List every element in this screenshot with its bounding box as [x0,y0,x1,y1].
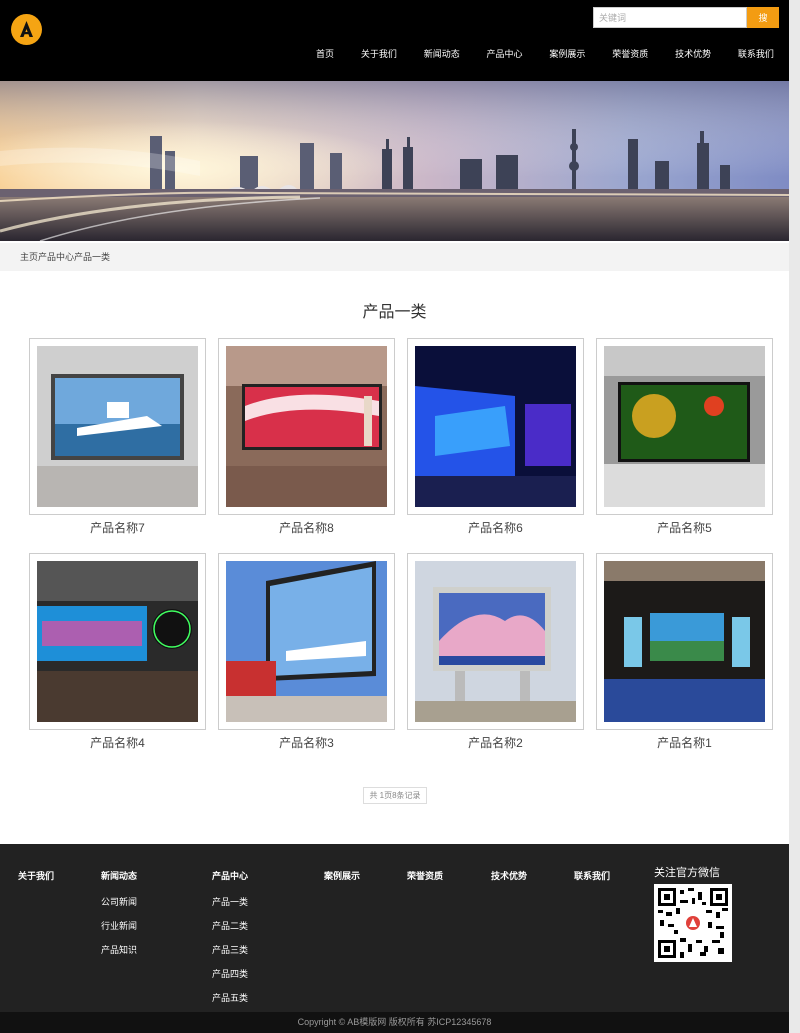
product-card[interactable] [218,553,395,730]
footer-col-cases: 案例展示 [324,866,360,884]
footer-link[interactable]: 产品三类 [212,943,248,956]
product-card[interactable] [596,553,773,730]
city-skyline-image [0,81,789,241]
pagination-info: 共 1页8条记录 [363,787,427,804]
footer-link[interactable]: 行业新闻 [101,919,137,932]
nav-contact[interactable]: 联系我们 [732,44,780,64]
footer-heading[interactable]: 案例展示 [324,871,360,881]
search-button[interactable]: 搜 [747,7,779,28]
qr-code-icon [658,888,728,958]
product-image [415,346,576,507]
footer-link[interactable]: 产品四类 [212,967,248,980]
main-nav: 首页 关于我们 新闻动态 产品中心 案例展示 荣誉资质 技术优势 联系我们 [310,44,780,64]
footer-col-products: 产品中心 产品一类 产品二类 产品三类 产品四类 产品五类 [212,866,248,1004]
product-label[interactable]: 产品名称2 [407,734,584,751]
nav-about[interactable]: 关于我们 [355,44,403,64]
product-image [604,561,765,722]
product-label[interactable]: 产品名称5 [596,519,773,536]
product-card[interactable] [29,553,206,730]
hero-banner [0,81,789,241]
page-scrollbar[interactable] [789,0,800,1033]
footer-link[interactable]: 产品知识 [101,943,137,956]
site-header: 搜 首页 关于我们 新闻动态 产品中心 案例展示 荣誉资质 技术优势 联系我们 [0,0,789,81]
product-label[interactable]: 产品名称3 [218,734,395,751]
product-label[interactable]: 产品名称4 [29,734,206,751]
page-title: 产品一类 [362,304,427,321]
nav-tech[interactable]: 技术优势 [669,44,717,64]
search-input[interactable] [593,7,747,28]
footer-link[interactable]: 产品二类 [212,919,248,932]
footer-col-contact: 联系我们 [574,866,610,884]
site-footer: 关于我们 新闻动态 公司新闻 行业新闻 产品知识 产品中心 产品一类 产品二类 … [0,844,789,1012]
footer-heading[interactable]: 产品中心 [212,871,248,881]
product-image [226,346,387,507]
nav-news[interactable]: 新闻动态 [418,44,466,64]
nav-cases[interactable]: 案例展示 [543,44,591,64]
product-card[interactable] [596,338,773,515]
footer-heading[interactable]: 荣誉资质 [407,871,443,881]
site-logo[interactable] [11,14,42,45]
product-card[interactable] [218,338,395,515]
product-image [37,561,198,722]
copyright-bar: Copyright © AB模版网 版权所有 苏ICP12345678 [0,1012,789,1033]
footer-link[interactable]: 公司新闻 [101,895,137,908]
footer-col-news: 新闻动态 公司新闻 行业新闻 产品知识 [101,866,137,956]
wechat-title: 关注官方微信 [654,867,720,879]
product-label[interactable]: 产品名称1 [596,734,773,751]
page: 搜 首页 关于我们 新闻动态 产品中心 案例展示 荣誉资质 技术优势 联系我们 [0,0,789,1033]
footer-link[interactable]: 产品五类 [212,991,248,1004]
A-logo-icon [11,14,42,45]
footer-heading[interactable]: 技术优势 [491,871,527,881]
product-image [415,561,576,722]
footer-heading[interactable]: 关于我们 [18,871,54,881]
product-label[interactable]: 产品名称7 [29,519,206,536]
wechat-qr-code [654,884,732,962]
breadcrumb: 主页产品中心产品一类 [0,243,789,271]
product-card[interactable] [407,338,584,515]
footer-col-about: 关于我们 [18,866,54,884]
product-label[interactable]: 产品名称6 [407,519,584,536]
product-image [37,346,198,507]
product-card[interactable] [407,553,584,730]
product-label[interactable]: 产品名称8 [218,519,395,536]
footer-heading[interactable]: 联系我们 [574,871,610,881]
product-image [604,346,765,507]
footer-col-tech: 技术优势 [491,866,527,884]
product-card[interactable] [29,338,206,515]
search-box: 搜 [593,7,779,28]
footer-heading[interactable]: 新闻动态 [101,871,137,881]
footer-col-honors: 荣誉资质 [407,866,443,884]
nav-honors[interactable]: 荣誉资质 [606,44,654,64]
footer-link[interactable]: 产品一类 [212,895,248,908]
nav-products[interactable]: 产品中心 [481,44,529,64]
product-image [226,561,387,722]
nav-home[interactable]: 首页 [310,44,340,64]
